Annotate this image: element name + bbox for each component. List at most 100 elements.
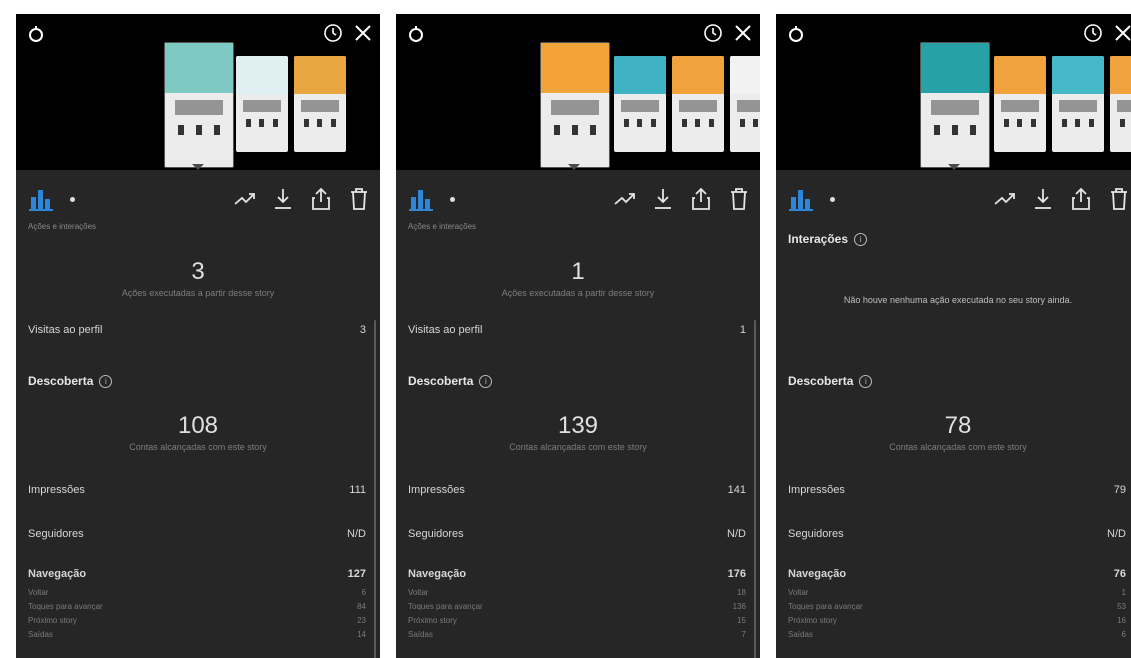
story-thumbnail[interactable] — [994, 56, 1046, 152]
share-icon[interactable] — [1068, 186, 1094, 212]
thumbnail-color-band — [541, 43, 609, 93]
close-icon[interactable] — [352, 22, 374, 44]
thumbnail-text-line — [243, 105, 281, 112]
scrollbar[interactable] — [374, 320, 376, 658]
download-icon[interactable] — [650, 186, 676, 212]
info-icon[interactable]: i — [854, 232, 868, 246]
story-thumbnail[interactable] — [730, 56, 760, 152]
download-icon[interactable] — [270, 186, 296, 212]
navigation-row[interactable]: Navegação 176 — [408, 568, 746, 580]
story-thumbnail[interactable] — [236, 56, 288, 152]
nav-item-value: 6 — [361, 588, 366, 597]
story-thumbnail[interactable] — [294, 56, 346, 152]
profile-visits-row[interactable]: Visitas ao perfil 1 — [408, 324, 746, 336]
navigation-row[interactable]: Navegação 127 — [28, 568, 366, 580]
insights-content[interactable]: Ações e interações 1 Ações executadas a … — [396, 220, 760, 658]
thumbnail-text-line — [621, 105, 659, 112]
story-insights-panel-2: Ações e interações 1 Ações executadas a … — [396, 14, 760, 658]
story-thumbnail[interactable] — [1110, 56, 1131, 152]
loader-icon[interactable] — [26, 24, 46, 44]
accounts-reached-count: 78 — [944, 412, 972, 439]
nav-item-label: Saídas — [788, 630, 813, 639]
followers-row[interactable]: Seguidores N/D — [788, 528, 1126, 540]
accounts-reached-count: 139 — [557, 412, 599, 439]
close-icon[interactable] — [1112, 22, 1131, 44]
impressions-row[interactable]: Impressões 141 — [408, 484, 746, 496]
timer-icon[interactable] — [702, 22, 724, 44]
thumbnail-color-band — [614, 56, 666, 95]
trending-icon[interactable] — [612, 186, 638, 212]
share-icon[interactable] — [308, 186, 334, 212]
share-icon[interactable] — [688, 186, 714, 212]
nav-item-back: Voltar 6 — [28, 588, 366, 597]
section-heading-partial: Ações e interações — [408, 222, 477, 231]
thumbnail-color-band — [1052, 56, 1104, 95]
selected-story-pointer — [568, 164, 580, 170]
nav-item-label: Voltar — [788, 588, 809, 597]
nav-item-value: 18 — [737, 588, 746, 597]
story-thumbnail[interactable] — [1052, 56, 1104, 152]
impressions-row[interactable]: Impressões 79 — [788, 484, 1126, 496]
info-icon[interactable]: i — [99, 374, 113, 388]
nav-item-label: Voltar — [408, 588, 429, 597]
navigation-value: 127 — [347, 568, 366, 580]
story-thumbnail[interactable] — [614, 56, 666, 152]
nav-item-label: Próximo story — [28, 616, 77, 625]
thumbnail-text-line — [1001, 105, 1039, 112]
delete-icon[interactable] — [1106, 186, 1131, 212]
thumbnail-icon-row — [619, 119, 661, 128]
bar-chart-icon[interactable] — [408, 186, 434, 212]
thumbnail-text-line — [174, 100, 224, 108]
navigation-label: Navegação — [788, 568, 847, 580]
followers-row[interactable]: Seguidores N/D — [28, 528, 366, 540]
timer-icon[interactable] — [1082, 22, 1104, 44]
impressions-value: 111 — [349, 484, 366, 496]
discovery-title: Descoberta i — [28, 374, 113, 388]
thumbnail-color-band — [672, 56, 724, 95]
story-thumbnail[interactable] — [164, 42, 234, 168]
bar-chart-icon[interactable] — [28, 186, 54, 212]
navigation-row[interactable]: Navegação 76 — [788, 568, 1126, 580]
impressions-row[interactable]: Impressões 111 — [28, 484, 366, 496]
story-toolbar — [396, 180, 760, 220]
followers-row[interactable]: Seguidores N/D — [408, 528, 746, 540]
insights-content[interactable]: Interações i Não houve nenhuma ação exec… — [776, 220, 1131, 658]
thumbnail-icon-row — [1115, 119, 1131, 128]
profile-visits-row[interactable]: Visitas ao perfil 3 — [28, 324, 366, 336]
thumbnail-text-line — [301, 105, 339, 112]
story-thumbnail[interactable] — [672, 56, 724, 152]
loader-icon[interactable] — [406, 24, 426, 44]
delete-icon[interactable] — [346, 186, 372, 212]
nav-item-label: Saídas — [408, 630, 433, 639]
nav-item-label: Saídas — [28, 630, 53, 639]
interactions-count: 3 — [191, 258, 205, 285]
insights-content[interactable]: Ações e interações 3 Ações executadas a … — [16, 220, 380, 658]
impressions-value: 79 — [1113, 484, 1126, 496]
nav-item-label: Voltar — [28, 588, 49, 597]
download-icon[interactable] — [1030, 186, 1056, 212]
story-thumbnail[interactable] — [920, 42, 990, 168]
thumbnail-icon-row — [677, 119, 719, 128]
timer-icon[interactable] — [322, 22, 344, 44]
nav-item-next-story: Próximo story 16 — [788, 616, 1126, 625]
close-icon[interactable] — [732, 22, 754, 44]
thumbnail-icon-row — [241, 119, 283, 128]
scrollbar[interactable] — [754, 320, 756, 658]
followers-label: Seguidores — [28, 528, 84, 540]
info-icon[interactable]: i — [479, 374, 493, 388]
delete-icon[interactable] — [726, 186, 752, 212]
story-thumbnails — [920, 42, 1131, 168]
trending-icon[interactable] — [992, 186, 1018, 212]
trending-icon[interactable] — [232, 186, 258, 212]
profile-visits-value: 3 — [359, 324, 366, 336]
accounts-reached-caption: Contas alcançadas com este story — [509, 442, 647, 452]
story-toolbar — [16, 180, 380, 220]
story-thumbnail[interactable] — [540, 42, 610, 168]
info-icon[interactable]: i — [859, 374, 873, 388]
story-toolbar — [776, 180, 1131, 220]
story-preview-strip — [16, 14, 380, 170]
profile-visits-label: Visitas ao perfil — [408, 324, 483, 336]
nav-item-value: 14 — [357, 630, 366, 639]
bar-chart-icon[interactable] — [788, 186, 814, 212]
loader-icon[interactable] — [786, 24, 806, 44]
